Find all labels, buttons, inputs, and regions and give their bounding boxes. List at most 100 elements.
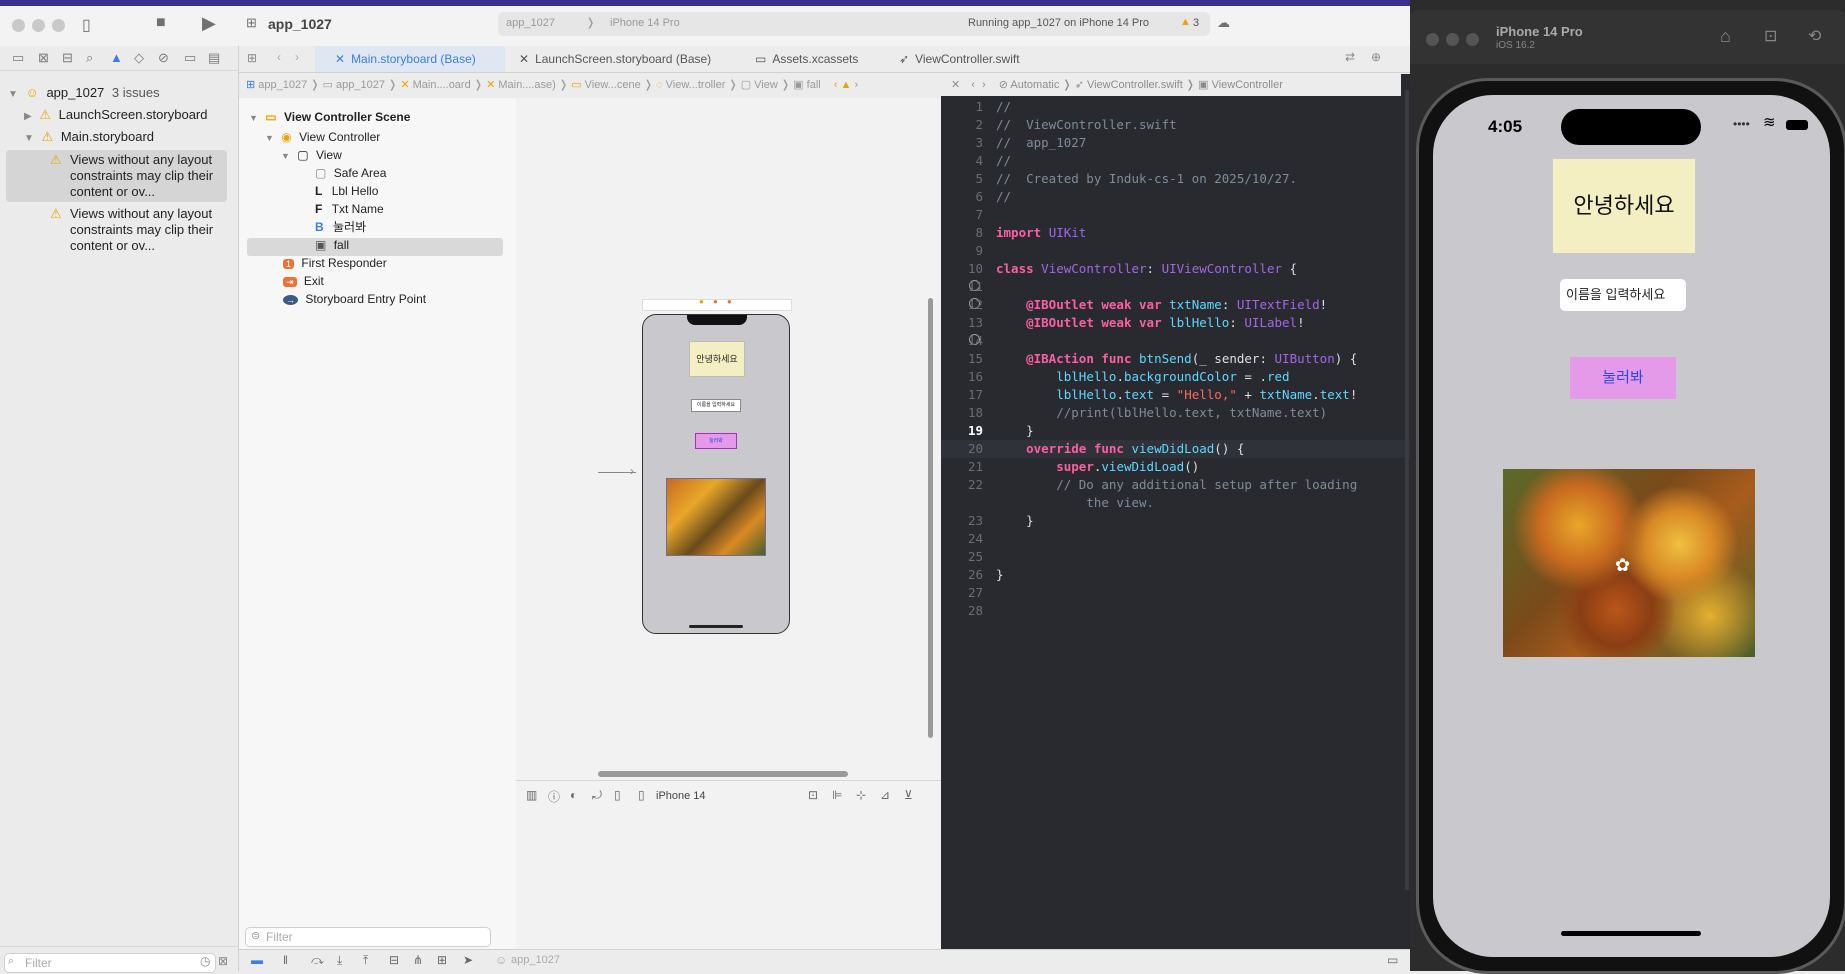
forward-icon[interactable]: ›	[982, 79, 986, 91]
code-line[interactable]: 16 lblHello.backgroundColor = .red	[941, 368, 1411, 386]
code-line[interactable]: 19 }	[941, 422, 1411, 440]
device-selector[interactable]: iPhone 14	[656, 790, 706, 802]
code-line[interactable]: 11	[941, 278, 1411, 296]
assistant-icon[interactable]: ⊕	[1371, 50, 1381, 64]
rotate-icon[interactable]: ⟲	[1808, 26, 1821, 46]
warning-count[interactable]: 3	[1193, 17, 1199, 29]
clock-icon[interactable]: ◷	[200, 954, 210, 968]
jump-item[interactable]: Automatic	[1010, 79, 1059, 91]
code-line[interactable]: 8 import UIKit	[941, 224, 1411, 242]
zoom-window-button[interactable]	[52, 19, 65, 32]
code-line[interactable]: 5 // Created by Induk-cs-1 on 2025/10/27.	[941, 170, 1411, 188]
code-line[interactable]: 18 //print(lblHello.text, txtName.text)	[941, 404, 1411, 422]
test-icon[interactable]: ◇	[134, 50, 144, 66]
code-line[interactable]: 23 }	[941, 512, 1411, 530]
info-icon[interactable]: ⓘ	[548, 788, 560, 805]
close-window-button[interactable]	[12, 19, 25, 32]
name-text-field[interactable]: 이름을 입력하세요	[1560, 279, 1686, 311]
grid-icon[interactable]: ⊞	[247, 51, 257, 65]
scope-icon[interactable]: ⊠	[218, 954, 228, 968]
jump-item[interactable]: View...troller	[666, 79, 726, 91]
jump-item[interactable]: ViewController.swift	[1087, 79, 1183, 91]
canvas-device-frame[interactable]: 안녕하세요 이름을 입력하세요 눌러봐	[642, 314, 790, 634]
back-icon[interactable]: ‹	[971, 79, 975, 91]
outline-scene[interactable]: ▼ ▭ View Controller Scene	[249, 106, 410, 128]
code-line[interactable]: 27	[941, 584, 1411, 602]
code-area[interactable]: 1 // 2 // ViewController.swift 3 // app_1027 4…	[941, 96, 1411, 896]
debug-area-toggle-icon[interactable]: ▬	[251, 953, 263, 967]
tab-launchscreen[interactable]: ✕ LaunchScreen.storyboard (Base)	[519, 46, 739, 72]
step-in-icon[interactable]: ⤓	[337, 953, 342, 968]
jump-item[interactable]: app_1027	[258, 79, 307, 91]
code-line[interactable]: 15 @IBAction func btnSend(_ sender: UIBu…	[941, 350, 1411, 368]
code-line[interactable]: 2 // ViewController.swift	[941, 116, 1411, 134]
source-editor[interactable]: ✕ ‹ › ⊘ Automatic ❭ ➶ ViewController.swi…	[941, 74, 1411, 971]
refresh-icon[interactable]: ⇄	[1345, 50, 1355, 64]
view-debugger-icon[interactable]: ⊟	[389, 953, 399, 967]
destination-device[interactable]: iPhone 14 Pro	[610, 17, 680, 29]
editor-scrollbar[interactable]	[1405, 90, 1409, 890]
debug-icon[interactable]: ⊘	[158, 50, 169, 66]
warning-icon[interactable]: ▲	[841, 79, 852, 91]
hierarchy-icon[interactable]: ⊟	[62, 50, 73, 66]
constraints-icon[interactable]: ⊹	[856, 788, 866, 802]
issue-icon[interactable]: ▲	[110, 50, 123, 65]
code-line[interactable]: 3 // app_1027	[941, 134, 1411, 152]
zoom-fit-icon[interactable]: ⊡	[808, 788, 818, 802]
outline-entry-point[interactable]: → Storyboard Entry Point	[283, 288, 426, 310]
code-line[interactable]: 13 @IBOutlet weak var lblHello: UILabel!	[941, 314, 1411, 332]
code-line[interactable]: 26}	[941, 566, 1411, 584]
sidebar-toggle-icon[interactable]: ▯	[82, 15, 91, 35]
close-window-button[interactable]	[1426, 33, 1439, 46]
code-line[interactable]: 22 // Do any additional setup after load…	[941, 476, 1411, 494]
code-line[interactable]: 7	[941, 206, 1411, 224]
breakpoint-icon[interactable]: ▭	[184, 50, 196, 66]
close-icon[interactable]: ✕	[951, 79, 960, 91]
canvas-button[interactable]: 눌러봐	[695, 433, 737, 449]
code-line[interactable]: 28	[941, 602, 1411, 620]
report-icon[interactable]: ▤	[208, 50, 220, 66]
jump-item[interactable]: Main....oard	[413, 79, 471, 91]
simulator-screen[interactable]: 4:05 •••• ≋ 안녕하세요 이름을 입력하세요 눌러봐 ✿	[1433, 95, 1830, 957]
code-line[interactable]: 12 @IBOutlet weak var txtName: UITextFie…	[941, 296, 1411, 314]
canvas-image-view[interactable]	[666, 478, 766, 556]
code-line[interactable]: 14	[941, 332, 1411, 350]
jump-item[interactable]: Main....ase)	[498, 79, 555, 91]
code-line[interactable]: 17 lblHello.text = "Hello," + txtName.te…	[941, 386, 1411, 404]
code-line[interactable]: 6 //	[941, 188, 1411, 206]
issue-row[interactable]: ⚠ Views without any layout constraints m…	[6, 204, 227, 256]
console-toggle-icon[interactable]: ▭	[1387, 953, 1398, 967]
orientation-icon[interactable]: ⤾	[592, 788, 602, 803]
embed-icon[interactable]: ⊻	[904, 788, 913, 802]
canvas-label[interactable]: 안녕하세요	[689, 341, 745, 377]
resolve-icon[interactable]: ⊿	[880, 788, 890, 802]
step-over-icon[interactable]: ⤼	[311, 953, 324, 968]
canvas-horizontal-scrollbar[interactable]	[598, 771, 848, 777]
jump-item[interactable]: app_1027	[336, 79, 385, 91]
home-icon[interactable]: ⌂	[1720, 26, 1731, 47]
tab-viewcontroller[interactable]: ➶ ViewController.swift	[899, 46, 1039, 72]
screenshot-icon[interactable]: ⊡	[1764, 26, 1777, 46]
code-line[interactable]: 4 //	[941, 152, 1411, 170]
jump-item[interactable]: ViewController	[1212, 79, 1283, 91]
issue-row-selected[interactable]: ⚠ Views without any layout constraints m…	[6, 150, 227, 202]
next-issue-icon[interactable]: ›	[854, 79, 858, 91]
jump-item[interactable]: View...cene	[585, 79, 641, 91]
code-line[interactable]: 25	[941, 548, 1411, 566]
environment-icon[interactable]: ⊞	[437, 953, 447, 967]
location-icon[interactable]: ➤	[463, 953, 473, 967]
source-control-icon[interactable]: ⊠	[38, 50, 49, 66]
jump-item[interactable]: View	[754, 79, 778, 91]
outline-toggle-icon[interactable]: ▥	[526, 788, 537, 802]
scheme-title[interactable]: app_1027	[268, 16, 332, 32]
minimize-window-button[interactable]	[1446, 33, 1459, 46]
code-line[interactable]: 9	[941, 242, 1411, 260]
step-out-icon[interactable]: ⤒	[363, 953, 368, 968]
code-line[interactable]: 10 class ViewController: UIViewController…	[941, 260, 1411, 278]
stop-icon[interactable]: ■	[156, 14, 166, 32]
search-icon[interactable]: ⌕	[86, 50, 93, 66]
prev-issue-icon[interactable]: ‹	[834, 79, 838, 91]
code-line[interactable]: 24	[941, 530, 1411, 548]
forward-icon[interactable]: ›	[295, 50, 299, 64]
align-icon[interactable]: ⊫	[832, 788, 842, 802]
